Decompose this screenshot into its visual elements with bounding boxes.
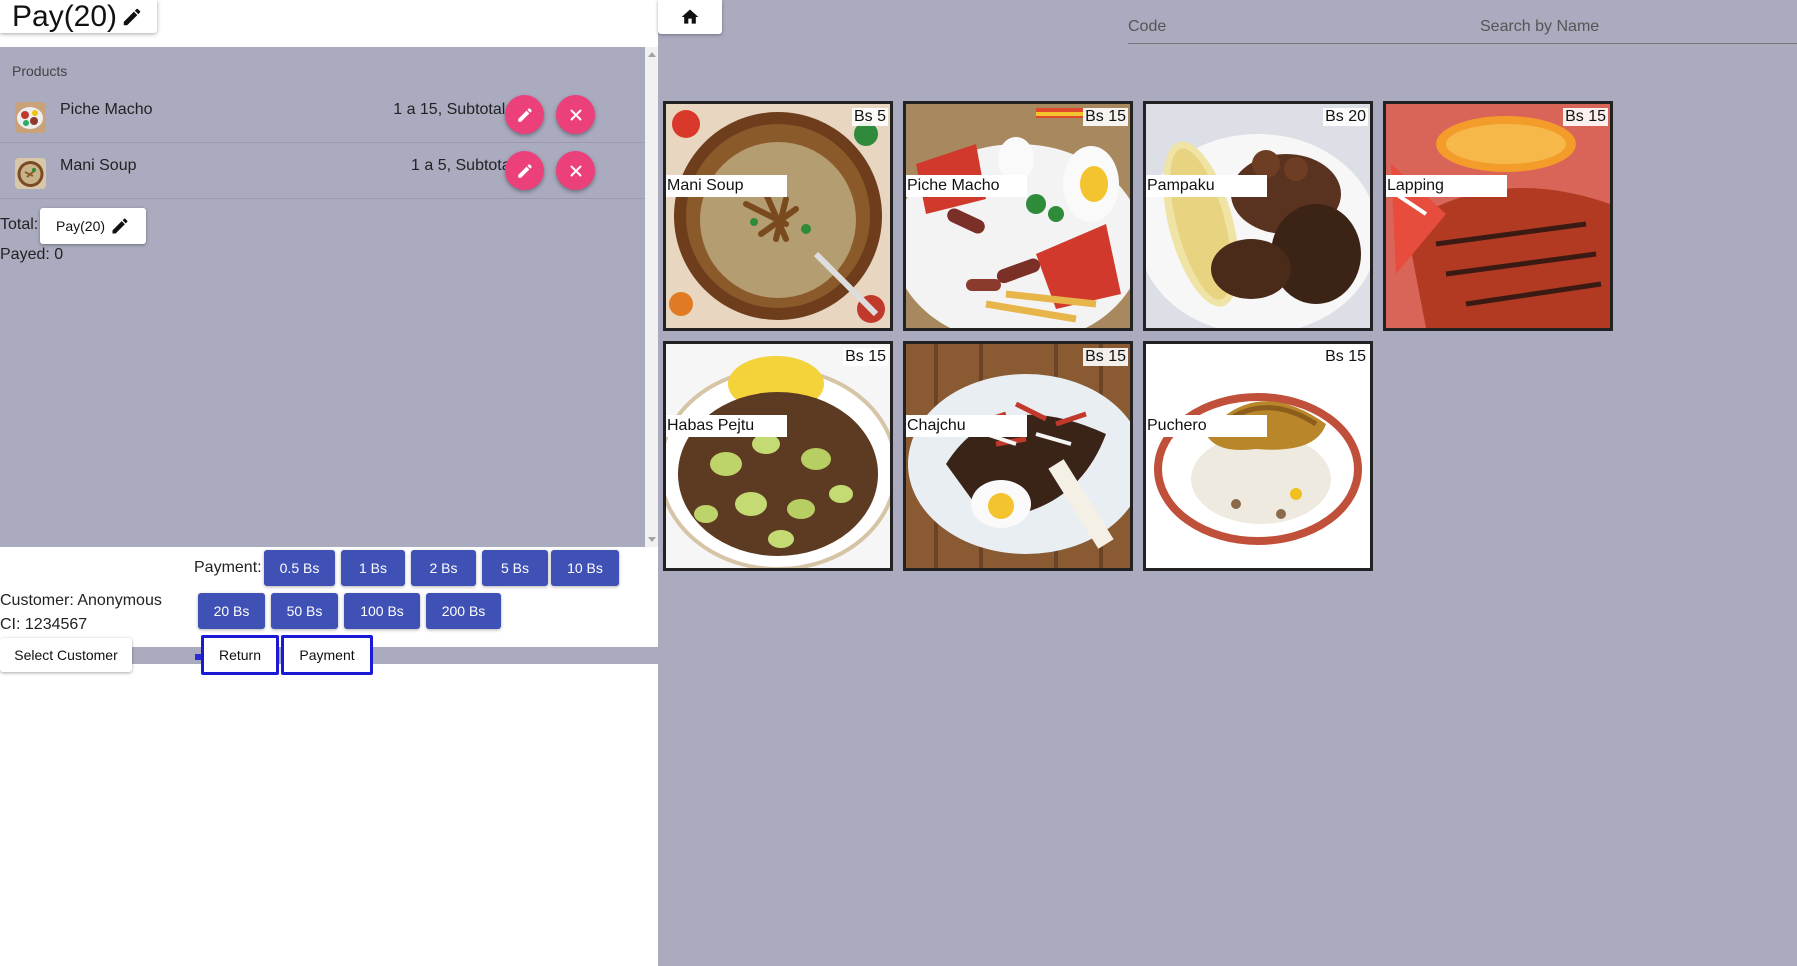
name-search-field[interactable]: [1480, 10, 1797, 44]
edit-item-button[interactable]: [505, 151, 544, 190]
product-price: Bs 15: [1083, 348, 1128, 366]
total-pay-button[interactable]: Pay(20): [40, 208, 147, 244]
pay-1-bs-button[interactable]: 1 Bs: [341, 550, 405, 586]
product-tile-piche-macho[interactable]: Bs 15 Piche Macho: [903, 101, 1133, 331]
product-thumbnail: [15, 102, 46, 133]
cart-row: Piche Macho 1 a 15, Subtotal: 15: [0, 87, 645, 143]
product-image: [1386, 104, 1610, 328]
pay-2-bs-button[interactable]: 2 Bs: [411, 550, 476, 586]
payment-button[interactable]: Payment: [281, 635, 373, 675]
home-button[interactable]: [658, 0, 722, 34]
cart-item-name: Mani Soup: [60, 157, 137, 174]
product-image: [906, 104, 1130, 328]
pencil-icon: [517, 107, 532, 122]
product-name: Chajchu: [906, 415, 1027, 437]
home-icon: [681, 9, 699, 24]
product-tile-mani-soup[interactable]: Bs 5 Mani Soup: [663, 101, 893, 331]
pencil-icon[interactable]: [121, 6, 143, 28]
product-thumbnail: [15, 158, 46, 189]
product-price: Bs 5: [851, 108, 888, 126]
page-title: Pay(20): [12, 0, 118, 33]
product-image: [1146, 104, 1370, 328]
products-section-label: Products: [12, 63, 68, 79]
pencil-icon: [112, 218, 128, 234]
product-name: Habas Pejtu: [666, 415, 787, 437]
product-name: Pampaku: [1146, 175, 1267, 197]
remove-item-button[interactable]: [556, 95, 595, 134]
product-name: Mani Soup: [666, 175, 787, 197]
pay-10-bs-button[interactable]: 10 Bs: [551, 550, 619, 586]
catalog-panel: Bs 5 Mani Soup Bs 15 Piche Macho: [658, 0, 1797, 966]
order-panel: Pay(20) Products Piche Macho 1 a 15, Sub…: [0, 0, 658, 966]
payment-label: Payment:: [194, 559, 262, 576]
pay-200-bs-button[interactable]: 200 Bs: [426, 593, 501, 629]
title-card[interactable]: Pay(20): [0, 0, 158, 33]
return-button[interactable]: Return: [201, 635, 279, 675]
product-name: Lapping: [1386, 175, 1507, 197]
product-name: Piche Macho: [906, 175, 1027, 197]
pencil-icon: [517, 163, 532, 178]
product-tile-lapping[interactable]: Bs 15 Lapping: [1383, 101, 1613, 331]
close-icon: [570, 109, 581, 120]
cart-item-name: Piche Macho: [60, 101, 153, 118]
product-image: [1146, 344, 1370, 568]
product-image: [666, 344, 890, 568]
pay-0-5-bs-button[interactable]: 0.5 Bs: [264, 550, 335, 586]
total-label: Total:: [0, 216, 39, 233]
product-image: [666, 104, 890, 328]
pay-5-bs-button[interactable]: 5 Bs: [482, 550, 548, 586]
code-input[interactable]: [1128, 10, 1480, 43]
name-search-input[interactable]: [1480, 10, 1797, 43]
payed-amount: Payed: 0: [0, 246, 64, 263]
select-customer-button[interactable]: Select Customer: [0, 638, 132, 672]
pay-50-bs-button[interactable]: 50 Bs: [271, 593, 338, 629]
product-tile-pampaku[interactable]: Bs 20 Pampaku: [1143, 101, 1373, 331]
pay-100-bs-button[interactable]: 100 Bs: [344, 593, 420, 629]
scroll-up-arrow[interactable]: [648, 52, 656, 57]
close-icon: [570, 165, 581, 176]
customer-ci: CI: 1234567: [0, 616, 88, 633]
product-tile-habas-pejtu[interactable]: Bs 15 Habas Pejtu: [663, 341, 893, 571]
product-image: [906, 344, 1130, 568]
product-price: Bs 15: [843, 348, 888, 366]
total-pay-label: Pay(20): [56, 218, 106, 234]
product-price: Bs 15: [1083, 108, 1128, 126]
product-tile-chajchu[interactable]: Bs 15 Chajchu: [903, 341, 1133, 571]
product-price: Bs 15: [1323, 348, 1368, 366]
customer-name: Customer: Anonymous: [0, 592, 162, 609]
edit-item-button[interactable]: [505, 95, 544, 134]
pay-20-bs-button[interactable]: 20 Bs: [198, 593, 265, 629]
product-name: Puchero: [1146, 415, 1267, 437]
product-price: Bs 20: [1323, 108, 1368, 126]
remove-item-button[interactable]: [556, 151, 595, 190]
product-price: Bs 15: [1563, 108, 1608, 126]
scroll-down-arrow[interactable]: [648, 537, 656, 542]
cart-scrollbar[interactable]: [645, 47, 658, 547]
product-tile-puchero[interactable]: Bs 15 Puchero: [1143, 341, 1373, 571]
cart-row: Mani Soup 1 a 5, Subtotal: 5: [0, 143, 645, 199]
cart-list: Products Piche Macho 1 a 15, Subtotal: 1…: [0, 47, 645, 547]
code-search-field[interactable]: [1128, 10, 1480, 44]
